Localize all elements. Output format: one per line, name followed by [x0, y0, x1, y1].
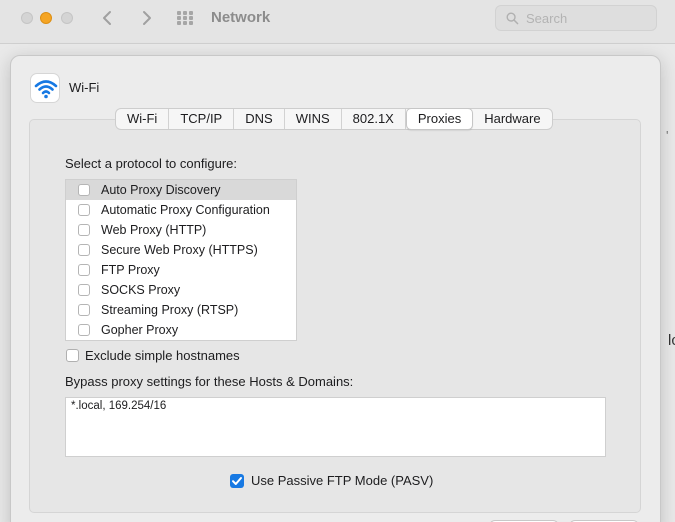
- tab-proxies[interactable]: Proxies: [405, 108, 474, 130]
- protocol-row-web-proxy-http[interactable]: Web Proxy (HTTP): [66, 220, 296, 240]
- tab-dns[interactable]: DNS: [234, 109, 285, 129]
- protocol-row-socks-proxy[interactable]: SOCKS Proxy: [66, 280, 296, 300]
- window-title: Network: [211, 9, 271, 26]
- protocol-checkbox[interactable]: [78, 264, 90, 276]
- protocol-label: Automatic Proxy Configuration: [101, 203, 270, 217]
- protocol-label: Gopher Proxy: [101, 323, 179, 337]
- protocol-row-streaming-proxy-rtsp[interactable]: Streaming Proxy (RTSP): [66, 300, 296, 320]
- chevron-left-icon[interactable]: [98, 8, 118, 28]
- service-name: Wi-Fi: [69, 80, 100, 95]
- protocol-checkbox[interactable]: [78, 304, 90, 316]
- exclude-simple-hostnames-label[interactable]: Exclude simple hostnames: [85, 348, 240, 363]
- protocol-checkbox[interactable]: [78, 184, 90, 196]
- tab-wins[interactable]: WINS: [285, 109, 342, 129]
- protocol-list: Auto Proxy Discovery Automatic Proxy Con…: [65, 179, 297, 341]
- protocol-label: Streaming Proxy (RTSP): [101, 303, 239, 317]
- minimize-window-button[interactable]: [40, 12, 52, 24]
- protocol-label: Auto Proxy Discovery: [101, 183, 221, 197]
- protocol-checkbox[interactable]: [78, 204, 90, 216]
- passive-ftp-label[interactable]: Use Passive FTP Mode (PASV): [251, 473, 433, 488]
- protocol-checkbox[interactable]: [78, 284, 90, 296]
- tab-wifi[interactable]: Wi-Fi: [116, 109, 170, 129]
- bypass-label: Bypass proxy settings for these Hosts & …: [65, 374, 354, 389]
- grid-icon[interactable]: [177, 11, 195, 25]
- checkmark-icon: [232, 477, 242, 485]
- protocol-label: FTP Proxy: [101, 263, 160, 277]
- tab-hardware[interactable]: Hardware: [473, 109, 551, 129]
- protocol-label: Web Proxy (HTTP): [101, 223, 207, 237]
- bypass-hosts-field[interactable]: *.local, 169.254/16: [65, 397, 606, 457]
- close-window-button[interactable]: [21, 12, 33, 24]
- window-titlebar: Network Search: [0, 0, 675, 44]
- protocol-row-secure-web-proxy-https[interactable]: Secure Web Proxy (HTTPS): [66, 240, 296, 260]
- search-input[interactable]: Search: [495, 5, 657, 31]
- protocol-row-gopher-proxy[interactable]: Gopher Proxy: [66, 320, 296, 340]
- background-text-fragment: lc: [668, 332, 675, 349]
- tab-bar: Wi-Fi TCP/IP DNS WINS 802.1X Proxies Har…: [115, 108, 553, 130]
- search-placeholder: Search: [526, 11, 568, 26]
- protocol-checkbox[interactable]: [78, 244, 90, 256]
- zoom-window-button[interactable]: [61, 12, 73, 24]
- search-icon: [506, 12, 519, 25]
- wifi-icon: [30, 73, 60, 103]
- protocol-heading: Select a protocol to configure:: [65, 156, 237, 171]
- protocol-label: Secure Web Proxy (HTTPS): [101, 243, 258, 257]
- protocol-label: SOCKS Proxy: [101, 283, 181, 297]
- protocol-checkbox[interactable]: [78, 324, 90, 336]
- chevron-right-icon[interactable]: [136, 8, 156, 28]
- protocol-row-ftp-proxy[interactable]: FTP Proxy: [66, 260, 296, 280]
- tab-8021x[interactable]: 802.1X: [342, 109, 406, 129]
- tab-tcpip[interactable]: TCP/IP: [169, 109, 235, 129]
- protocol-checkbox[interactable]: [78, 224, 90, 236]
- protocol-row-automatic-proxy-configuration[interactable]: Automatic Proxy Configuration: [66, 200, 296, 220]
- passive-ftp-checkbox[interactable]: [230, 474, 244, 488]
- exclude-simple-hostnames-checkbox[interactable]: [66, 349, 79, 362]
- protocol-row-auto-proxy-discovery[interactable]: Auto Proxy Discovery: [66, 180, 296, 200]
- advanced-settings-sheet: Wi-Fi Wi-Fi TCP/IP DNS WINS 802.1X Proxi…: [10, 55, 661, 522]
- background-text-fragment: ': [666, 128, 669, 143]
